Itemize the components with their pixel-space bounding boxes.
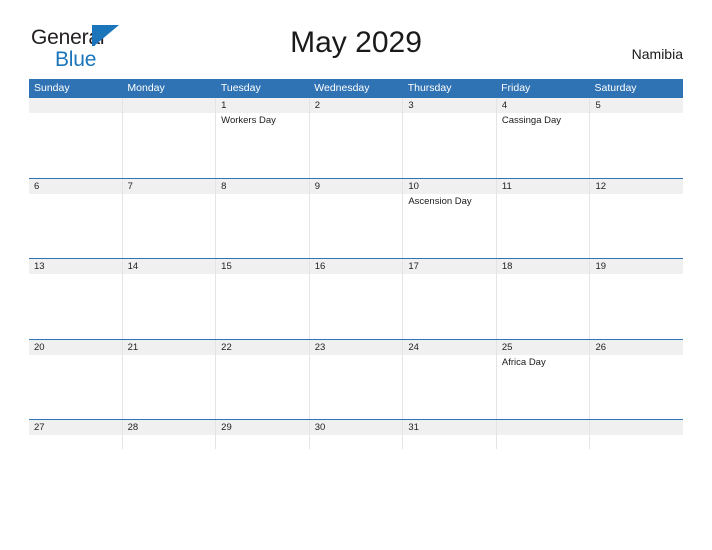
- calendar-day-cell[interactable]: 11: [496, 178, 591, 258]
- day-number: [496, 420, 590, 435]
- day-events: Africa Day: [497, 355, 590, 369]
- calendar-day-cell-empty: [590, 420, 684, 449]
- day-number: 28: [122, 420, 216, 435]
- day-number: 31: [403, 420, 496, 435]
- day-number: 10: [403, 178, 496, 194]
- day-number: 14: [122, 259, 216, 274]
- day-number: 25: [496, 339, 590, 355]
- day-number: 11: [496, 178, 590, 194]
- calendar-day-cell[interactable]: 31: [403, 420, 497, 449]
- weekday-header-wednesday: Wednesday: [314, 82, 370, 94]
- calendar-day-cell[interactable]: 8: [216, 178, 310, 258]
- calendar-day-cell[interactable]: 23: [309, 339, 404, 419]
- calendar-day-cell[interactable]: 20: [29, 339, 123, 419]
- weekday-header-saturday: Saturday: [594, 82, 637, 94]
- day-number: 4: [496, 98, 590, 113]
- day-number: 6: [29, 178, 122, 194]
- calendar-day-cell[interactable]: 4 Cassinga Day: [496, 98, 591, 178]
- day-number: 22: [216, 339, 309, 355]
- weekday-header-tuesday: Tuesday: [220, 82, 261, 94]
- day-number: 5: [590, 98, 684, 113]
- holiday-event: Cassinga Day: [501, 115, 562, 126]
- day-number: 15: [216, 259, 309, 274]
- calendar-week-row: 20 21 22 23 24 25 Africa Day 26: [29, 338, 684, 419]
- calendar-day-cell[interactable]: 7: [122, 178, 217, 258]
- calendar-day-cell[interactable]: 9: [309, 178, 404, 258]
- day-number: 26: [590, 339, 684, 355]
- calendar-day-cell[interactable]: 6: [29, 178, 123, 258]
- calendar-day-cell[interactable]: 12: [590, 178, 684, 258]
- weekday-header-row: Sunday Monday Tuesday Wednesday Thursday…: [29, 79, 683, 97]
- day-number: 16: [309, 259, 403, 274]
- calendar-day-cell[interactable]: 19: [590, 259, 684, 339]
- calendar-weeks: 1 Workers Day 2 3 4 Cassinga Day 5 6 7 8 9 10 Ascens…: [29, 97, 684, 449]
- calendar-day-cell[interactable]: 22: [216, 339, 310, 419]
- page-header: General Blue May 2029 Namibia: [0, 0, 712, 70]
- calendar-day-cell[interactable]: 30: [309, 420, 404, 449]
- day-number: 8: [216, 178, 309, 194]
- day-number: 23: [309, 339, 403, 355]
- calendar-day-cell[interactable]: 10 Ascension Day: [403, 178, 497, 258]
- calendar-day-cell[interactable]: 25 Africa Day: [496, 339, 591, 419]
- calendar-page: General Blue May 2029 Namibia Sunday Mon…: [0, 0, 712, 550]
- calendar-week-row: 1 Workers Day 2 3 4 Cassinga Day 5: [29, 97, 684, 178]
- day-number: 30: [309, 420, 403, 435]
- calendar-day-cell[interactable]: 1 Workers Day: [216, 98, 310, 178]
- calendar-day-cell[interactable]: 21: [122, 339, 217, 419]
- calendar-day-cell[interactable]: 13: [29, 259, 123, 339]
- calendar-grid: Sunday Monday Tuesday Wednesday Thursday…: [29, 79, 684, 449]
- day-number: 18: [496, 259, 590, 274]
- weekday-header-thursday: Thursday: [407, 82, 452, 94]
- day-number: 21: [122, 339, 216, 355]
- day-number: 17: [403, 259, 496, 274]
- day-number: 9: [309, 178, 403, 194]
- holiday-event: Ascension Day: [408, 195, 472, 207]
- day-number: 7: [122, 178, 216, 194]
- holiday-event: Africa Day: [501, 356, 546, 368]
- day-events: Cassinga Day: [497, 113, 590, 127]
- calendar-day-cell[interactable]: 29: [216, 420, 310, 449]
- calendar-day-cell[interactable]: 27: [29, 420, 123, 449]
- weekday-header-sunday: Sunday: [34, 82, 70, 94]
- weekday-header-friday: Friday: [501, 82, 531, 94]
- day-number: 20: [29, 339, 122, 355]
- day-number: 27: [29, 420, 122, 435]
- day-number: 13: [29, 259, 122, 274]
- day-events: Ascension Day: [403, 194, 496, 208]
- calendar-day-cell[interactable]: 3: [403, 98, 497, 178]
- calendar-day-cell[interactable]: 2: [309, 98, 404, 178]
- calendar-week-row: 27 28 29 30 31: [29, 419, 684, 449]
- day-number: [590, 420, 684, 435]
- weekday-header-monday: Monday: [127, 82, 165, 94]
- day-number: [29, 98, 122, 113]
- day-number: 2: [309, 98, 403, 113]
- calendar-day-cell[interactable]: 24: [403, 339, 497, 419]
- calendar-day-cell-empty: [29, 98, 123, 178]
- day-number: 24: [403, 339, 496, 355]
- calendar-week-row: 6 7 8 9 10 Ascension Day 11 12: [29, 177, 684, 258]
- day-events: Workers Day: [216, 113, 309, 127]
- day-number: 19: [590, 259, 684, 274]
- calendar-day-cell[interactable]: 5: [590, 98, 684, 178]
- calendar-day-cell[interactable]: 18: [496, 259, 591, 339]
- calendar-day-cell[interactable]: 16: [309, 259, 404, 339]
- page-title: May 2029: [290, 26, 422, 59]
- calendar-day-cell[interactable]: 15: [216, 259, 310, 339]
- day-number: 3: [403, 98, 496, 113]
- day-number: 12: [590, 178, 684, 194]
- region-label: Namibia: [631, 46, 683, 62]
- day-number: [122, 98, 216, 113]
- holiday-event: Workers Day: [221, 115, 276, 126]
- day-number: 29: [216, 420, 309, 435]
- calendar-day-cell-empty: [122, 98, 217, 178]
- calendar-day-cell-empty: [496, 420, 591, 449]
- calendar-day-cell[interactable]: 26: [590, 339, 684, 419]
- calendar-week-row: 13 14 15 16 17 18 19: [29, 258, 684, 339]
- calendar-day-cell[interactable]: 14: [122, 259, 217, 339]
- day-number: 1: [216, 98, 309, 113]
- calendar-day-cell[interactable]: 17: [403, 259, 497, 339]
- calendar-day-cell[interactable]: 28: [122, 420, 217, 449]
